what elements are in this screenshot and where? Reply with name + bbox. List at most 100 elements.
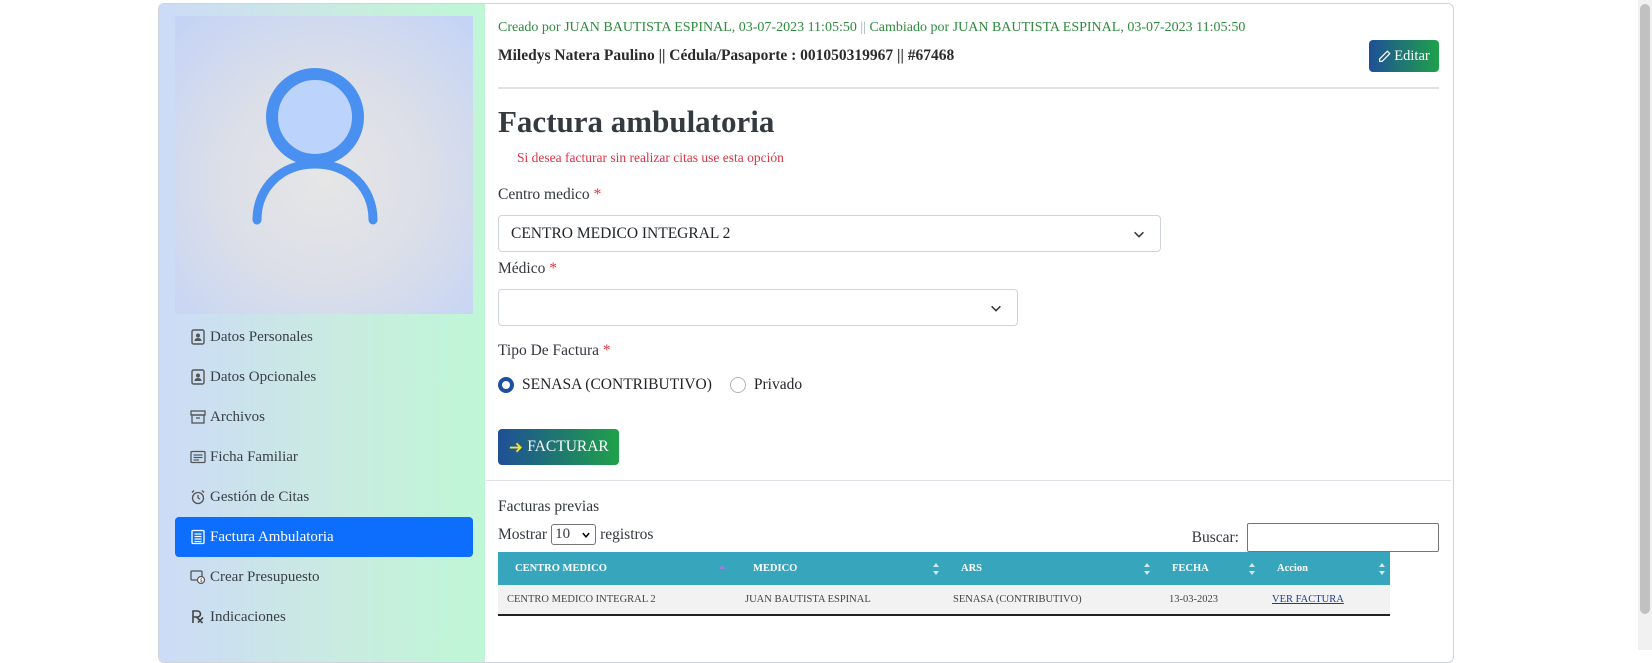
sidebar-item-factura-ambulatoria[interactable]: Factura Ambulatoria bbox=[175, 517, 473, 557]
sidebar-item-indicaciones[interactable]: Indicaciones bbox=[175, 597, 473, 637]
previous-invoices-title: Facturas previas bbox=[498, 498, 600, 515]
sort-icon bbox=[1249, 563, 1255, 575]
page-scrollbar[interactable] bbox=[1638, 0, 1652, 650]
sort-icon bbox=[1144, 563, 1150, 575]
sidebar-item-gestion-citas[interactable]: Gestión de Citas bbox=[175, 477, 473, 517]
required-mark: * bbox=[549, 260, 557, 277]
tipo-label-text: Tipo De Factura bbox=[498, 342, 600, 359]
centro-value: CENTRO MEDICO INTEGRAL 2 bbox=[511, 224, 731, 242]
ver-factura-link[interactable]: VER FACTURA bbox=[1272, 594, 1344, 605]
column-label: CENTRO MEDICO bbox=[515, 563, 607, 574]
avatar bbox=[175, 16, 473, 314]
divider bbox=[486, 480, 1451, 481]
column-label: FECHA bbox=[1172, 563, 1209, 574]
separator: || bbox=[860, 20, 866, 35]
svg-text:$: $ bbox=[200, 578, 203, 584]
facturar-label: FACTURAR bbox=[527, 438, 609, 455]
page-title: Factura ambulatoria bbox=[498, 104, 775, 139]
prescription-icon bbox=[192, 610, 204, 624]
column-header-ars[interactable]: ARS bbox=[944, 552, 1155, 585]
previous-invoices-table: CENTRO MEDICO MEDICO ARS FECHA Accion CE… bbox=[498, 552, 1390, 616]
radio-senasa-label[interactable]: SENASA (CONTRIBUTIVO) bbox=[522, 376, 712, 394]
table-search: Buscar: bbox=[1192, 523, 1439, 552]
cell-accion: VER FACTURA bbox=[1260, 585, 1390, 616]
sidebar-item-archivos[interactable]: Archivos bbox=[175, 397, 473, 437]
tipo-radio-group: SENASA (CONTRIBUTIVO) Privado bbox=[498, 376, 802, 394]
column-label: MEDICO bbox=[753, 563, 798, 574]
sidebar-item-datos-opcionales[interactable]: Datos Opcionales bbox=[175, 357, 473, 397]
chevron-down-icon bbox=[991, 305, 1001, 312]
required-mark: * bbox=[602, 342, 611, 359]
edit-button[interactable]: Editar bbox=[1369, 40, 1439, 72]
search-input[interactable] bbox=[1247, 523, 1439, 552]
pencil-icon bbox=[1379, 49, 1391, 62]
show-suffix: registros bbox=[600, 525, 654, 543]
patient-panel: Datos Personales Datos Opcionales Archiv… bbox=[158, 3, 1454, 663]
column-header-accion[interactable]: Accion bbox=[1260, 552, 1390, 585]
divider bbox=[498, 87, 1439, 89]
changed-info: Cambiado por JUAN BAUTISTA ESPINAL, 03-0… bbox=[869, 20, 1246, 35]
sidebar-item-ficha-familiar[interactable]: Ficha Familiar bbox=[175, 437, 473, 477]
required-mark: * bbox=[593, 186, 602, 203]
radio-privado[interactable] bbox=[729, 377, 746, 393]
page-length-select[interactable]: 10 bbox=[551, 524, 597, 545]
hint-text: Si desea facturar sin realizar citas use… bbox=[517, 150, 784, 165]
facturar-button[interactable]: FACTURAR bbox=[498, 429, 619, 465]
id-card-icon bbox=[191, 369, 205, 385]
sidebar-item-label: Gestión de Citas bbox=[210, 488, 310, 505]
card-text-icon bbox=[190, 450, 206, 464]
show-prefix: Mostrar bbox=[498, 525, 548, 543]
radio-senasa[interactable] bbox=[498, 377, 514, 393]
column-header-centro[interactable]: CENTRO MEDICO bbox=[498, 552, 736, 585]
sidebar-item-label: Archivos bbox=[210, 408, 265, 425]
arrow-right-icon bbox=[510, 442, 523, 452]
centro-select[interactable]: CENTRO MEDICO INTEGRAL 2 bbox=[498, 215, 1161, 252]
radio-privado-label[interactable]: Privado bbox=[754, 376, 802, 394]
user-icon bbox=[252, 68, 378, 225]
sidebar-item-crear-presupuesto[interactable]: $ Crear Presupuesto bbox=[175, 557, 473, 597]
cell-centro: CENTRO MEDICO INTEGRAL 2 bbox=[498, 585, 736, 616]
sidebar-item-label: Datos Opcionales bbox=[210, 368, 317, 385]
table-header-row: CENTRO MEDICO MEDICO ARS FECHA Accion bbox=[498, 552, 1390, 585]
tipo-label: Tipo De Factura * bbox=[498, 342, 611, 360]
scrollbar-thumb[interactable] bbox=[1640, 4, 1650, 614]
id-card-icon bbox=[191, 329, 205, 345]
sidebar-item-label: Factura Ambulatoria bbox=[210, 528, 334, 545]
audit-info: Creado por JUAN BAUTISTA ESPINAL, 03-07-… bbox=[498, 20, 1245, 36]
column-label: Accion bbox=[1277, 563, 1308, 574]
column-header-medico[interactable]: MEDICO bbox=[736, 552, 944, 585]
centro-label: Centro medico * bbox=[498, 186, 601, 204]
table-row: CENTRO MEDICO INTEGRAL 2 JUAN BAUTISTA E… bbox=[498, 585, 1390, 616]
sidebar-item-label: Ficha Familiar bbox=[210, 448, 298, 465]
sidebar-item-datos-personales[interactable]: Datos Personales bbox=[175, 317, 473, 357]
chevron-down-icon bbox=[1134, 231, 1144, 238]
budget-icon: $ bbox=[190, 570, 206, 585]
archive-icon bbox=[190, 410, 206, 424]
column-label: ARS bbox=[961, 563, 983, 574]
sort-asc-icon bbox=[719, 565, 725, 569]
column-header-fecha[interactable]: FECHA bbox=[1155, 552, 1260, 585]
sidebar-item-label: Crear Presupuesto bbox=[210, 568, 320, 585]
alarm-icon bbox=[191, 490, 205, 505]
main-content: Creado por JUAN BAUTISTA ESPINAL, 03-07-… bbox=[486, 4, 1453, 662]
medico-select[interactable] bbox=[498, 289, 1018, 326]
sidebar-item-label: Datos Personales bbox=[210, 328, 313, 345]
search-label: Buscar: bbox=[1191, 528, 1239, 546]
sort-icon bbox=[933, 563, 939, 575]
receipt-icon bbox=[191, 529, 205, 545]
edit-label: Editar bbox=[1394, 47, 1430, 64]
sidebar: Datos Personales Datos Opcionales Archiv… bbox=[159, 4, 485, 662]
cell-medico: JUAN BAUTISTA ESPINAL bbox=[736, 585, 944, 616]
medico-label: Médico * bbox=[498, 260, 557, 278]
patient-info: Miledys Natera Paulino || Cédula/Pasapor… bbox=[498, 47, 955, 64]
cell-fecha: 13-03-2023 bbox=[1155, 585, 1260, 616]
page-length-control: Mostrar 10 registros bbox=[498, 524, 653, 545]
cell-ars: SENASA (CONTRIBUTIVO) bbox=[944, 585, 1155, 616]
sidebar-menu: Datos Personales Datos Opcionales Archiv… bbox=[175, 317, 473, 637]
medico-label-text: Médico bbox=[498, 260, 546, 277]
sidebar-item-label: Indicaciones bbox=[210, 608, 286, 625]
page-length-value: 10 bbox=[555, 526, 571, 542]
sort-icon bbox=[1379, 563, 1385, 575]
centro-label-text: Centro medico bbox=[498, 186, 590, 203]
chevron-down-icon bbox=[582, 532, 590, 539]
